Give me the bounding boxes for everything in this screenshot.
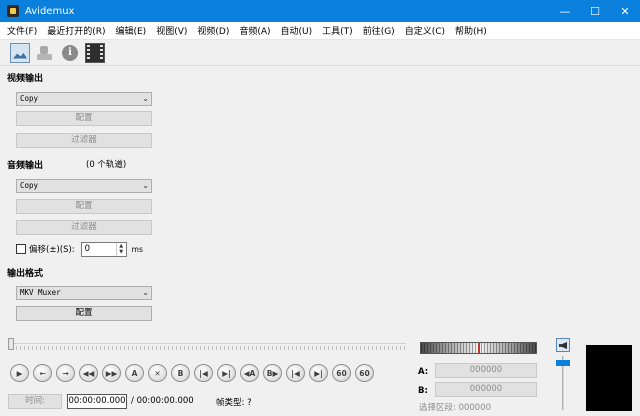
play-icon[interactable]: ▶: [10, 364, 29, 382]
muxer-value: MKV Muxer: [20, 288, 61, 297]
audio-configure-button[interactable]: 配置: [16, 199, 152, 214]
info-icon[interactable]: [60, 43, 80, 63]
forward-60-icon[interactable]: 60: [355, 364, 374, 382]
title-bar: Avidemux — ☐ ✕: [0, 0, 640, 22]
marker-b-label: B:: [418, 386, 428, 396]
set-marker-a-icon[interactable]: A: [125, 364, 144, 382]
audio-output-heading: 音频输出: [7, 161, 44, 171]
menu-tools[interactable]: 工具(T): [317, 24, 358, 37]
video-output-heading: 视频输出: [7, 74, 44, 84]
open-image-icon[interactable]: [10, 42, 30, 63]
playback-controls: ▶ ← → ◀◀ ▶▶ A ✕ B |◀ ▶| ◀A B▶ |◀ ▶| 60 6…: [10, 364, 378, 382]
marker-a-field: 000000: [435, 363, 537, 378]
menu-goto[interactable]: 前往(G): [358, 24, 400, 37]
minimize-button[interactable]: —: [550, 0, 580, 22]
film-icon[interactable]: [85, 42, 105, 63]
audio-shift-row: 偏移(±)(S): 0 ▲ ▼ ms: [16, 241, 143, 257]
timeline-thumb[interactable]: [8, 338, 14, 350]
menu-bar: 文件(F) 最近打开的(R) 编辑(E) 视图(V) 视频(D) 音频(A) 自…: [0, 22, 640, 40]
delete-icon[interactable]: ✕: [148, 364, 167, 382]
timeline-slider[interactable]: [8, 338, 406, 350]
marker-a-label: A:: [418, 367, 429, 377]
audio-shift-stepper[interactable]: 0 ▲ ▼: [80, 241, 127, 257]
volume-icon[interactable]: [556, 338, 570, 352]
video-filters-button[interactable]: 过滤器: [16, 133, 152, 148]
previous-frame-icon[interactable]: ←: [33, 364, 52, 382]
save-icon[interactable]: [35, 43, 55, 63]
rewind-60-icon[interactable]: 60: [332, 364, 351, 382]
audio-shift-value: 0: [84, 243, 91, 254]
stepper-arrows-icon[interactable]: ▲ ▼: [115, 242, 126, 256]
last-frame-icon[interactable]: ▶|: [309, 364, 328, 382]
menu-help[interactable]: 帮助(H): [450, 24, 492, 37]
frame-type: 帧类型: ?: [216, 398, 252, 408]
next-black-frame-icon[interactable]: ▶|: [217, 364, 236, 382]
menu-video[interactable]: 视频(D): [192, 24, 234, 37]
chevron-down-icon: ⌄: [142, 181, 149, 190]
menu-recent[interactable]: 最近打开的(R): [42, 24, 110, 37]
close-button[interactable]: ✕: [610, 0, 640, 22]
avidemux-app-icon: [7, 5, 19, 17]
selection-range: 选择区段: 000000: [419, 403, 492, 413]
toolbar: [0, 40, 640, 66]
video-codec-value: Copy: [20, 94, 39, 103]
volume-thumb[interactable]: [556, 360, 570, 366]
muxer-select[interactable]: MKV Muxer ⌄: [16, 286, 152, 300]
chevron-down-icon: ⌄: [142, 288, 149, 297]
audio-codec-select[interactable]: Copy ⌄: [16, 179, 152, 193]
video-codec-select[interactable]: Copy ⌄: [16, 92, 152, 106]
marker-b-field: 000000: [435, 382, 537, 397]
set-marker-b-icon[interactable]: B: [171, 364, 190, 382]
audio-shift-unit: ms: [131, 244, 143, 254]
goto-marker-b-icon[interactable]: B▶: [263, 364, 282, 382]
chevron-down-icon: ⌄: [142, 94, 149, 103]
jog-shuttle[interactable]: [420, 342, 537, 354]
first-frame-icon[interactable]: |◀: [286, 364, 305, 382]
video-configure-button[interactable]: 配置: [16, 111, 152, 126]
current-time-field[interactable]: 00:00:00.000: [67, 394, 127, 409]
next-frame-icon[interactable]: →: [56, 364, 75, 382]
audio-shift-label: 偏移(±)(S):: [29, 245, 75, 255]
total-time: / 00:00:00.000: [131, 396, 194, 406]
next-keyframe-icon[interactable]: ▶▶: [102, 364, 121, 382]
output-configure-button[interactable]: 配置: [16, 306, 152, 321]
audio-filters-button[interactable]: 过滤器: [16, 220, 152, 235]
maximize-button[interactable]: ☐: [580, 0, 610, 22]
previous-black-frame-icon[interactable]: |◀: [194, 364, 213, 382]
audio-track-count: (0 个轨道): [86, 160, 127, 170]
output-format-heading: 输出格式: [7, 269, 44, 279]
audio-codec-value: Copy: [20, 181, 39, 190]
time-label-button[interactable]: 时间:: [8, 394, 62, 409]
menu-auto[interactable]: 自动(U): [276, 24, 318, 37]
menu-file[interactable]: 文件(F): [2, 24, 42, 37]
menu-view[interactable]: 视图(V): [151, 24, 192, 37]
window-title: Avidemux: [25, 5, 75, 17]
video-preview: [586, 345, 632, 411]
previous-keyframe-icon[interactable]: ◀◀: [79, 364, 98, 382]
audio-shift-checkbox[interactable]: [16, 244, 26, 254]
goto-marker-a-icon[interactable]: ◀A: [240, 364, 259, 382]
menu-audio[interactable]: 音频(A): [234, 24, 275, 37]
menu-edit[interactable]: 编辑(E): [110, 24, 151, 37]
menu-custom[interactable]: 自定义(C): [400, 24, 450, 37]
